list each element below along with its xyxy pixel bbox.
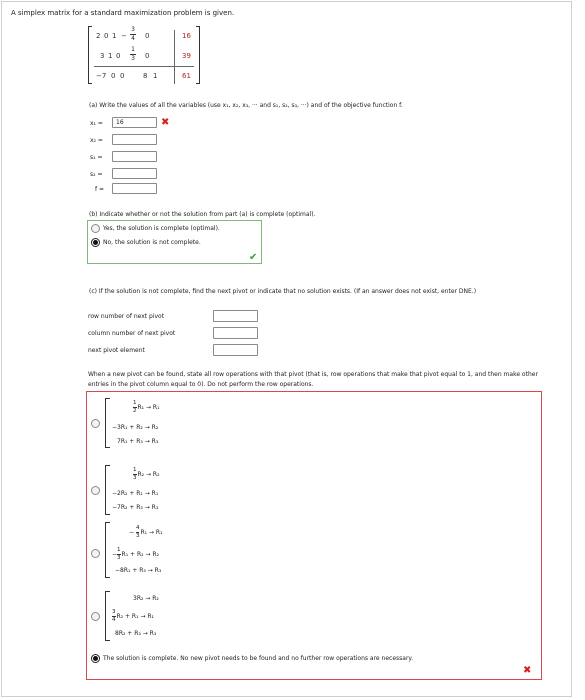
m-r3-c5: 1 [153,72,158,80]
pivot-element-input[interactable] [213,344,258,356]
option-4-line-3: 8R₂ + R₃ → R₃ [115,630,157,637]
frac-den: 4 [131,35,135,42]
pivot-column-input[interactable] [213,327,258,339]
m-r1-c2: 0 [104,32,109,40]
radio-row-ops-option-3[interactable] [91,549,100,558]
m-r2-c5: 0 [145,52,150,60]
s2-input[interactable] [112,168,157,179]
part-a-question: (a) Write the values of all the variable… [89,102,403,109]
label-x1: x₁ = [90,120,103,127]
option-3-bracket [105,522,110,578]
part-b-answer-box: Yes, the solution is complete (optimal).… [87,220,262,264]
option-2-bracket [105,465,110,515]
x1-incorrect-icon: ✖ [161,117,170,128]
correct-check-icon: ✔ [249,252,258,263]
option-3-line-1: − 4 3R₁ → R₁ [129,525,163,539]
frac-num: 1 [131,46,135,53]
f-input[interactable] [112,183,157,194]
m-r3-c3: 0 [120,72,125,80]
label-pivot-column: column number of next pivot [88,330,176,337]
x1-input[interactable]: 16 [112,117,157,128]
option-yes-label: Yes, the solution is complete (optimal). [103,225,220,232]
radio-solution-complete[interactable] [91,654,100,663]
m-r3-rhs: 61 [182,72,191,80]
m-r1-c3: 1 [112,32,117,40]
option-4-line-1: 3R₂ → R₂ [133,595,159,602]
option-2-line-2: −2R₂ + R₁ → R₁ [112,490,159,497]
option-4-bracket [105,591,110,641]
m-r3-c2: 0 [111,72,116,80]
m-r1-c1: 2 [96,32,101,40]
m-r1-minus: − [121,32,127,40]
s1-input[interactable] [112,151,157,162]
label-pivot-element: next pivot element [88,347,145,354]
radio-yes-complete[interactable] [91,224,100,233]
label-s1: s₁ = [90,154,103,161]
label-x2: x₂ = [90,137,103,144]
m-r2-c2: 1 [108,52,113,60]
radio-no-not-complete[interactable] [91,238,100,247]
option-3-fraction-1: 43 [135,525,140,539]
option-1-line-1: 1 2R₁ → R₁ [133,400,160,414]
m-r2-rhs: 39 [182,52,191,60]
option-solution-complete-label: The solution is complete. No new pivot n… [103,655,414,662]
label-f: f = [95,186,105,193]
radio-row-ops-option-2[interactable] [91,486,100,495]
label-pivot-row: row number of next pivot [88,313,165,320]
matrix-divider-horizontal [94,66,194,67]
option-2-line-1: 1 3R₂ → R₂ [133,467,160,481]
option-3-line-2: −1 3R₁ + R₂ → R₂ [112,547,159,561]
m-r2-c4-fraction: 13 [130,47,136,62]
option-1-line-3: 7R₁ + R₃ → R₃ [117,438,159,445]
m-r3-c1: −7 [96,72,107,80]
row-operations-answer-box: 1 2R₁ → R₁ −3R₁ + R₂ → R₂ 7R₁ + R₃ → R₃ 1… [86,391,542,680]
part-c-question: (c) If the solution is not complete, fin… [89,288,477,295]
option-3-line-3: −8R₁ + R₃ → R₃ [115,567,162,574]
m-r1-rhs: 16 [182,32,191,40]
option-1-line-2: −3R₁ + R₂ → R₂ [112,424,159,431]
m-r2-c3: 0 [116,52,121,60]
option-3-fraction-2: 13 [117,547,121,561]
option-1-fraction: 12 [133,400,137,414]
problem-prompt: A simplex matrix for a standard maximiza… [11,9,235,17]
m-r1-c5: 0 [145,32,150,40]
radio-row-ops-option-1[interactable] [91,419,100,428]
simplex-matrix: 2 0 1 − 34 0 16 3 1 0 13 0 39 −7 0 0 8 1… [88,26,200,84]
pivot-row-input[interactable] [213,310,258,322]
matrix-left-bracket [88,26,92,84]
option-1-bracket [105,398,110,448]
matrix-right-bracket [196,26,200,84]
m-r1-c4-fraction: 34 [130,27,136,42]
x2-input[interactable] [112,134,157,145]
frac-den: 3 [131,55,135,62]
label-s2: s₂ = [90,171,103,178]
option-no-label: No, the solution is not complete. [103,239,201,246]
option-2-line-3: −7R₂ + R₃ → R₃ [112,504,159,511]
radio-row-ops-option-4[interactable] [91,612,100,621]
matrix-divider-vertical [174,30,175,84]
frac-num: 3 [131,26,135,33]
part-b-question: (b) Indicate whether or not the solution… [89,211,316,218]
question-panel: A simplex matrix for a standard maximiza… [1,1,572,697]
m-r3-c4: 8 [143,72,148,80]
option-2-fraction: 13 [133,467,137,481]
part-d-question: When a new pivot can be found, state all… [88,371,538,388]
option-4-fraction: 34 [112,609,116,623]
m-r2-c1: 3 [100,52,105,60]
option-4-line-2: 3 4R₂ + R₁ → R₁ [112,609,154,623]
incorrect-x-icon: ✖ [523,665,532,676]
